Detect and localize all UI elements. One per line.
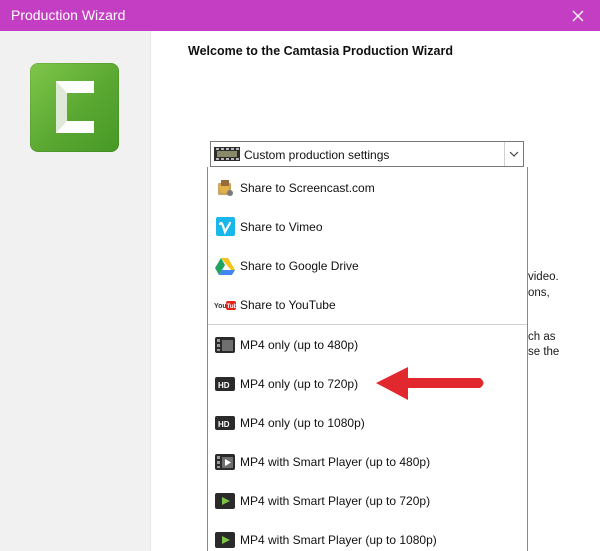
red-arrow-annotation	[376, 367, 484, 400]
